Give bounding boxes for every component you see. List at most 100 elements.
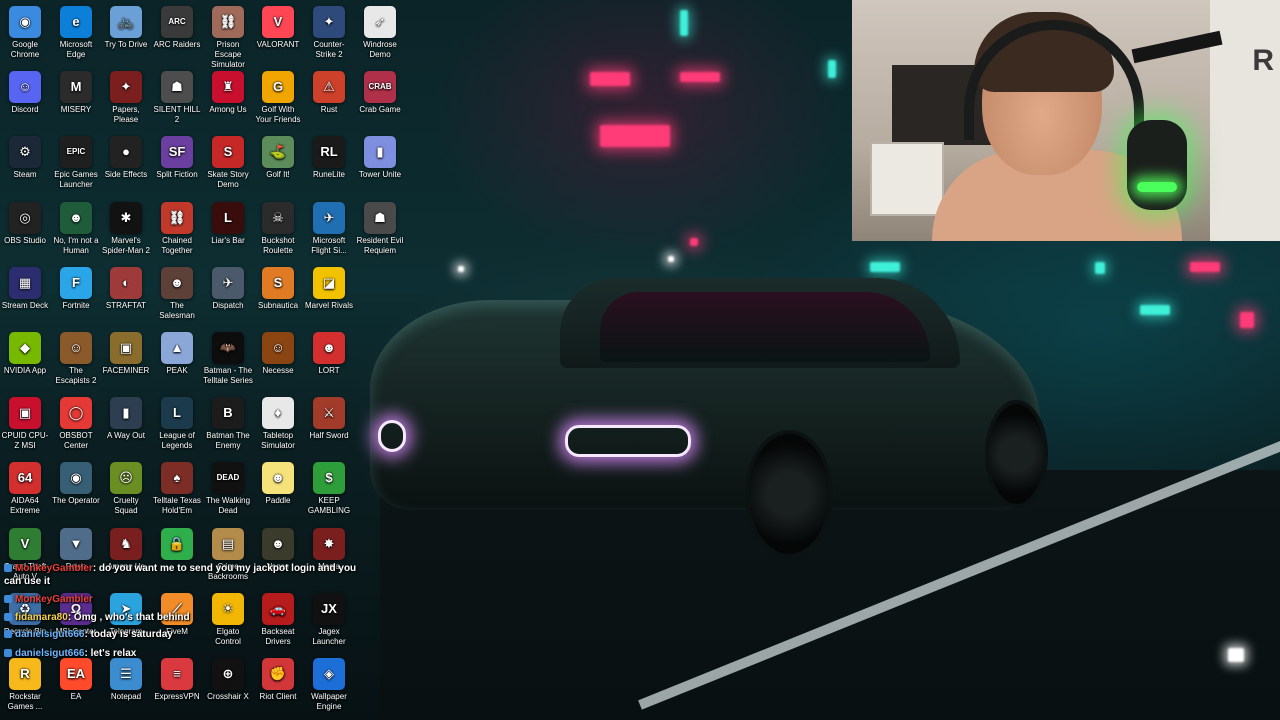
chat-username: MonkeyGambler bbox=[15, 594, 93, 605]
desktop-shortcut[interactable]: DEAD The Walking Dead bbox=[203, 458, 253, 516]
desktop-shortcut[interactable]: ♦ Tabletop Simulator bbox=[253, 393, 303, 451]
fortnite-icon: F bbox=[60, 267, 92, 299]
desktop-shortcut[interactable]: ♠ Telltale Texas Hold'Em bbox=[152, 458, 202, 516]
desktop-shortcut[interactable]: ✈ Dispatch bbox=[203, 263, 253, 311]
desktop-shortcut[interactable]: ☰ Notepad bbox=[101, 654, 151, 702]
desktop-shortcut[interactable]: ✦ Papers, Please bbox=[101, 67, 151, 125]
desktop-shortcut[interactable]: ▲ PEAK bbox=[152, 328, 202, 376]
resident-evil-icon: ☗ bbox=[364, 202, 396, 234]
desktop-shortcut[interactable]: ◈ Wallpaper Engine bbox=[304, 654, 354, 712]
desktop-shortcut-label: NVIDIA App bbox=[3, 366, 47, 375]
desktop-shortcut[interactable]: ⛳ Golf It! bbox=[253, 132, 303, 180]
side-effects-icon: ● bbox=[110, 136, 142, 168]
desktop-shortcut[interactable]: CRAB Crab Game bbox=[355, 67, 405, 115]
valorant-icon: V bbox=[262, 6, 294, 38]
desktop-shortcut[interactable]: RL RuneLite bbox=[304, 132, 354, 180]
desktop-shortcut[interactable]: 🚗 Backseat Drivers bbox=[253, 589, 303, 647]
desktop-shortcut[interactable]: B Batman The Enemy bbox=[203, 393, 253, 451]
desktop-shortcut[interactable]: ◎ OBS Studio bbox=[0, 198, 50, 246]
desktop-shortcut[interactable]: L League of Legends bbox=[152, 393, 202, 451]
desktop-shortcut[interactable]: R Rockstar Games ... bbox=[0, 654, 50, 712]
desktop-shortcut-label: Riot Client bbox=[259, 692, 297, 701]
desktop-shortcut[interactable]: V VALORANT bbox=[253, 2, 303, 50]
desktop-shortcut[interactable]: EPIC Epic Games Launcher bbox=[51, 132, 101, 190]
desktop-shortcut[interactable]: ☀ Elgato Control bbox=[203, 589, 253, 647]
desktop-shortcut[interactable]: ☠ Buckshot Roulette bbox=[253, 198, 303, 256]
desktop-shortcut[interactable]: ⊕ Crosshair X bbox=[203, 654, 253, 702]
webcam-box bbox=[870, 142, 944, 216]
desktop-shortcut[interactable]: ☺ Necesse bbox=[253, 328, 303, 376]
desktop-shortcut[interactable]: ◉ Google Chrome bbox=[0, 2, 50, 60]
gta-icon: V bbox=[9, 528, 41, 560]
desktop-shortcut[interactable]: ☻ No, I'm not a Human bbox=[51, 198, 101, 256]
desktop-shortcut[interactable]: $ KEEP GAMBLING bbox=[304, 458, 354, 516]
desktop-shortcut[interactable]: e Microsoft Edge bbox=[51, 2, 101, 60]
desktop-shortcut[interactable]: G Golf With Your Friends bbox=[253, 67, 303, 125]
desktop-shortcut[interactable]: ⛓ Chained Together bbox=[152, 198, 202, 256]
desktop-shortcut[interactable]: ☗ SILENT HILL 2 bbox=[152, 67, 202, 125]
desktop-shortcut-label: Split Fiction bbox=[156, 170, 198, 179]
desktop-shortcut[interactable]: ✊ Riot Client bbox=[253, 654, 303, 702]
desktop-shortcut[interactable]: ◆ NVIDIA App bbox=[0, 328, 50, 376]
desktop-shortcut[interactable]: ⛓ Prison Escape Simulator bbox=[203, 2, 253, 70]
desktop-shortcut[interactable]: F Fortnite bbox=[51, 263, 101, 311]
desktop-shortcut-label: VALORANT bbox=[256, 40, 300, 49]
epic-games-icon: EPIC bbox=[60, 136, 92, 168]
prison-escape-icon: ⛓ bbox=[212, 6, 244, 38]
desktop-shortcut-label: The Salesman bbox=[159, 301, 195, 320]
desktop-shortcut[interactable]: 🚲 Try To Drive bbox=[101, 2, 151, 50]
desktop-shortcut[interactable]: ⚙ Steam bbox=[0, 132, 50, 180]
desktop-shortcut[interactable]: ▮ Tower Unite bbox=[355, 132, 405, 180]
desktop-shortcut[interactable]: ♜ Among Us bbox=[203, 67, 253, 115]
desktop-shortcut[interactable]: ✈ Microsoft Flight Si... bbox=[304, 198, 354, 256]
silent-hill-icon: ☗ bbox=[161, 71, 193, 103]
desktop-shortcut[interactable]: S Skate Story Demo bbox=[203, 132, 253, 190]
desktop-shortcut[interactable]: ☺ Discord bbox=[0, 67, 50, 115]
desktop-shortcut[interactable]: ▣ FACEMINER bbox=[101, 328, 151, 376]
desktop-shortcut[interactable]: ● Side Effects bbox=[101, 132, 151, 180]
desktop-shortcut[interactable]: EA EA bbox=[51, 654, 101, 702]
desktop-shortcut-label: Jagex Launcher bbox=[312, 627, 346, 646]
desktop-shortcut[interactable]: ▣ CPUID CPU-Z MSI bbox=[0, 393, 50, 451]
desktop-shortcut[interactable]: ☻ The Salesman bbox=[152, 263, 202, 321]
desktop-shortcut-label: Tower Unite bbox=[358, 170, 402, 179]
desktop-shortcut[interactable]: ⚔ Half Sword bbox=[304, 393, 354, 441]
desktop-shortcut[interactable]: ☺ The Escapists 2 bbox=[51, 328, 101, 386]
chat-text: : let's relax bbox=[84, 648, 137, 659]
desktop-shortcut[interactable]: 🦇 Batman - The Telltale Series bbox=[203, 328, 253, 386]
desktop-shortcut[interactable]: ▮ A Way Out bbox=[101, 393, 151, 441]
operator-icon: ◉ bbox=[60, 462, 92, 494]
desktop-shortcut[interactable]: S Subnautica bbox=[253, 263, 303, 311]
straftat-icon: ◐ bbox=[110, 267, 142, 299]
desktop-shortcut[interactable]: 64 AIDA64 Extreme bbox=[0, 458, 50, 516]
desktop-shortcut[interactable]: ◐ STRAFTAT bbox=[101, 263, 151, 311]
golf-with-friends-icon: G bbox=[262, 71, 294, 103]
desktop-shortcut[interactable]: ☻ Paddle bbox=[253, 458, 303, 506]
desktop-shortcut[interactable]: ≡ ExpressVPN bbox=[152, 654, 202, 702]
chat-message: danielsigut666: let's relax bbox=[4, 648, 136, 659]
desktop-shortcut-label: SILENT HILL 2 bbox=[153, 105, 201, 124]
desktop-shortcut[interactable]: JX Jagex Launcher bbox=[304, 589, 354, 647]
windrose-icon: ➶ bbox=[364, 6, 396, 38]
desktop-shortcut-label: Elgato Control bbox=[215, 627, 241, 646]
desktop-shortcut[interactable]: 🔒 bbox=[152, 524, 202, 562]
desktop-shortcut[interactable]: ⚠ Rust bbox=[304, 67, 354, 115]
desktop-shortcut[interactable]: SF Split Fiction bbox=[152, 132, 202, 180]
desktop-shortcut[interactable]: ▦ Stream Deck bbox=[0, 263, 50, 311]
desktop-shortcut[interactable]: ➶ Windrose Demo bbox=[355, 2, 405, 60]
desktop-shortcut[interactable]: ARC ARC Raiders bbox=[152, 2, 202, 50]
desktop-shortcut-label: Necesse bbox=[262, 366, 294, 375]
desktop-shortcut-label: FACEMINER bbox=[102, 366, 150, 375]
desktop-shortcut[interactable]: ✱ Marvel's Spider-Man 2 bbox=[101, 198, 151, 256]
desktop-shortcut[interactable]: ✦ Counter-Strike 2 bbox=[304, 2, 354, 60]
desktop-shortcut[interactable]: M MISERY bbox=[51, 67, 101, 115]
chained-together-icon: ⛓ bbox=[161, 202, 193, 234]
desktop-shortcut[interactable]: ◪ Marvel Rivals bbox=[304, 263, 354, 311]
desktop-shortcut[interactable]: ☹ Cruelty Squad bbox=[101, 458, 151, 516]
desktop-shortcut[interactable]: ◯ OBSBOT Center bbox=[51, 393, 101, 451]
desktop-shortcut[interactable]: L Liar's Bar bbox=[203, 198, 253, 246]
desktop-shortcut[interactable]: ◉ The Operator bbox=[51, 458, 101, 506]
desktop-shortcut[interactable]: ☗ Resident Evil Requiem bbox=[355, 198, 405, 256]
paddle-icon: ☻ bbox=[262, 462, 294, 494]
desktop-shortcut[interactable]: ☻ LORT bbox=[304, 328, 354, 376]
